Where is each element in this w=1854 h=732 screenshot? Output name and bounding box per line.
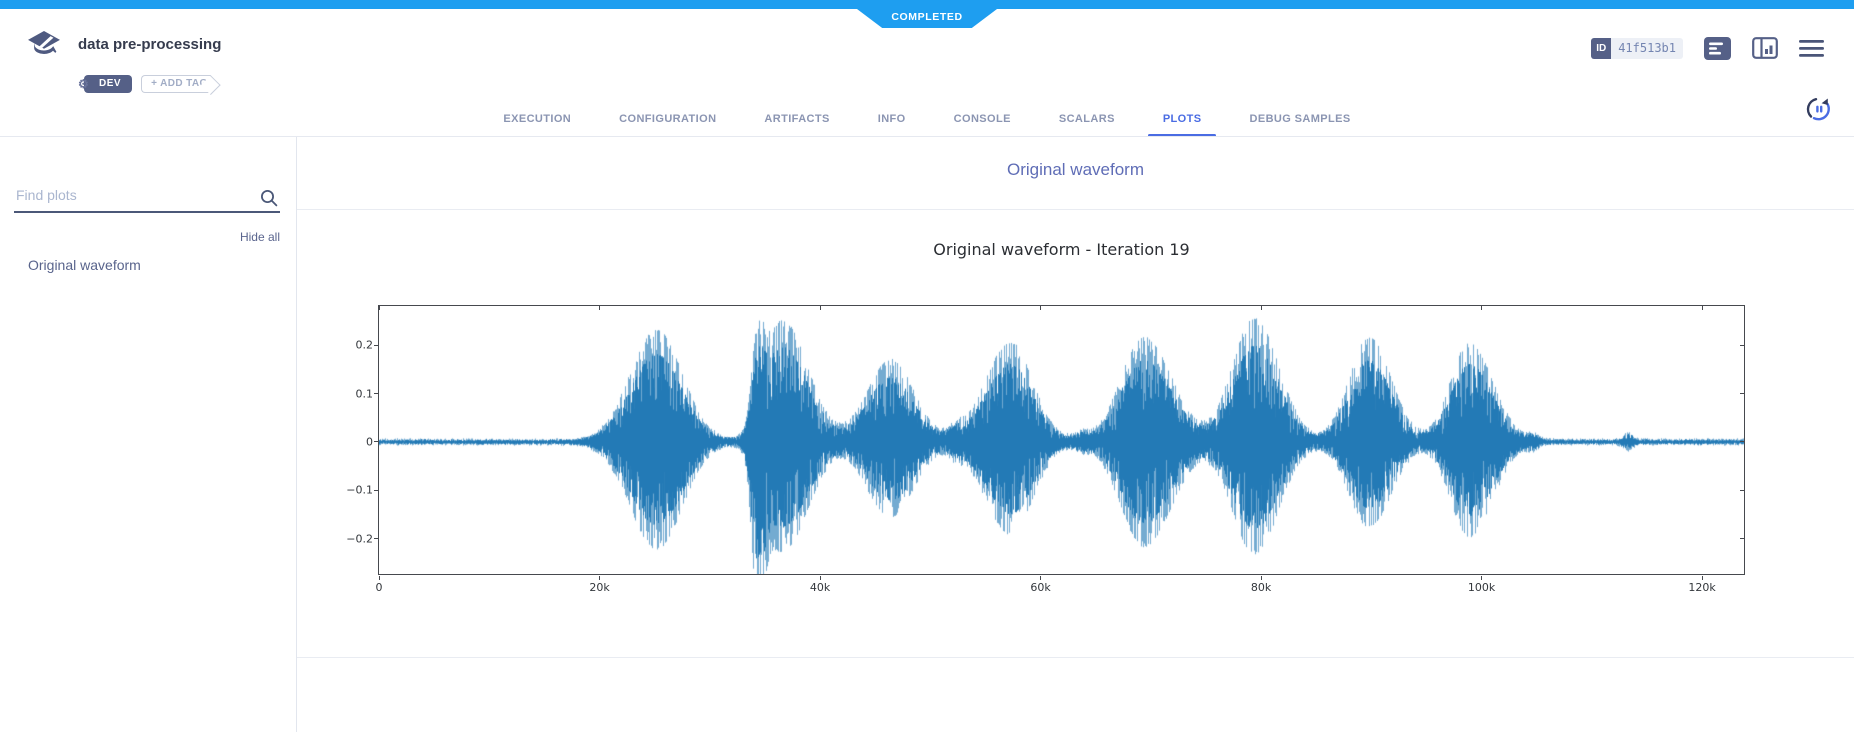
details-view-button[interactable]	[1704, 37, 1731, 60]
y-tick-label: −0.1	[346, 484, 373, 497]
x-tick-label: 40k	[810, 581, 830, 594]
x-tick-label: 100k	[1468, 581, 1495, 594]
plot-list: Original waveform	[28, 255, 286, 275]
y-tick-mark	[374, 441, 378, 442]
status-bar	[0, 0, 1854, 9]
search-icon	[260, 189, 278, 212]
add-tag-button[interactable]: + ADD TAG	[141, 75, 211, 93]
x-tick-mark-top	[379, 306, 380, 310]
x-tick-label: 20k	[589, 581, 609, 594]
status-badge: COMPLETED	[857, 9, 997, 28]
x-tick-mark-top	[599, 306, 600, 310]
page: { "status_badge": { "label": "COMPLETED"…	[0, 0, 1854, 732]
id-badge-value[interactable]: 41f513b1	[1611, 38, 1683, 59]
y-tick-mark-right	[1740, 490, 1744, 491]
hide-all-link[interactable]: Hide all	[240, 230, 280, 244]
plot-card-bottom-divider	[297, 657, 1854, 658]
x-tick-mark	[1481, 576, 1482, 580]
search-field-wrap	[14, 181, 280, 213]
x-tick-label: 120k	[1688, 581, 1715, 594]
tab-configuration[interactable]: CONFIGURATION	[595, 104, 740, 137]
id-badge: ID 41f513b1	[1591, 38, 1683, 59]
tag-dev-label: DEV	[99, 78, 121, 89]
experiment-title: data pre-processing	[78, 36, 221, 53]
y-tick-mark-right	[1740, 393, 1744, 394]
x-tick-label: 60k	[1030, 581, 1050, 594]
y-tick-label: −0.2	[346, 532, 373, 545]
split-panel-chart-button[interactable]	[1752, 37, 1778, 59]
x-tick-mark	[1040, 576, 1041, 580]
waveform-canvas[interactable]	[379, 306, 1744, 574]
x-tick-mark	[820, 576, 821, 580]
y-tick-label: 0	[366, 435, 373, 448]
tag-row: ⚙ DEV + ADD TAG	[84, 75, 221, 93]
y-tick-mark-right	[1740, 345, 1744, 346]
y-tick-mark-right	[1740, 538, 1744, 539]
plot-group-heading: Original waveform	[297, 160, 1854, 180]
x-tick-mark-top	[1040, 306, 1041, 310]
tab-console[interactable]: CONSOLE	[930, 104, 1035, 137]
y-tick-label: 0.1	[356, 387, 374, 400]
experiment-type-icon	[27, 30, 61, 66]
gear-icon: ⚙	[78, 76, 89, 92]
x-tick-label: 0	[376, 581, 383, 594]
y-tick-mark-right	[1740, 441, 1744, 442]
y-tick-mark	[374, 490, 378, 491]
tag-dev[interactable]: ⚙ DEV	[84, 75, 132, 93]
menu-icon[interactable]	[1799, 39, 1824, 58]
x-tick-mark-top	[1481, 306, 1482, 310]
x-tick-label: 80k	[1251, 581, 1271, 594]
id-badge-label: ID	[1591, 38, 1611, 59]
add-tag-label: + ADD TAG	[151, 78, 208, 89]
tab-debug-samples[interactable]: DEBUG SAMPLES	[1225, 104, 1374, 137]
x-tick-mark	[599, 576, 600, 580]
tab-artifacts[interactable]: ARTIFACTS	[740, 104, 853, 137]
x-tick-mark-top	[1702, 306, 1703, 310]
tab-bar: EXECUTION CONFIGURATION ARTIFACTS INFO C…	[0, 104, 1854, 137]
y-tick-label: 0.2	[356, 339, 374, 352]
plots-sidebar: Hide all Original waveform	[0, 137, 297, 732]
y-tick-mark	[374, 345, 378, 346]
tab-info[interactable]: INFO	[854, 104, 930, 137]
tab-execution[interactable]: EXECUTION	[479, 104, 595, 137]
x-tick-mark	[1702, 576, 1703, 580]
x-tick-mark-top	[820, 306, 821, 310]
search-input[interactable]	[14, 181, 280, 213]
tab-plots[interactable]: PLOTS	[1139, 104, 1226, 137]
auto-refresh-icon[interactable]	[1806, 96, 1832, 127]
plots-panel: Original waveform Original waveform - It…	[297, 137, 1854, 732]
y-tick-mark	[374, 393, 378, 394]
figure-title: Original waveform - Iteration 19	[378, 240, 1745, 259]
x-tick-mark-top	[1261, 306, 1262, 310]
tab-scalars[interactable]: SCALARS	[1035, 104, 1139, 137]
plot-list-item[interactable]: Original waveform	[28, 255, 286, 275]
y-tick-mark	[374, 538, 378, 539]
x-tick-mark	[379, 576, 380, 580]
x-tick-mark	[1261, 576, 1262, 580]
header-actions: ID 41f513b1	[1591, 36, 1824, 60]
plot-card-top-divider	[297, 209, 1854, 210]
plot-box	[378, 305, 1745, 575]
